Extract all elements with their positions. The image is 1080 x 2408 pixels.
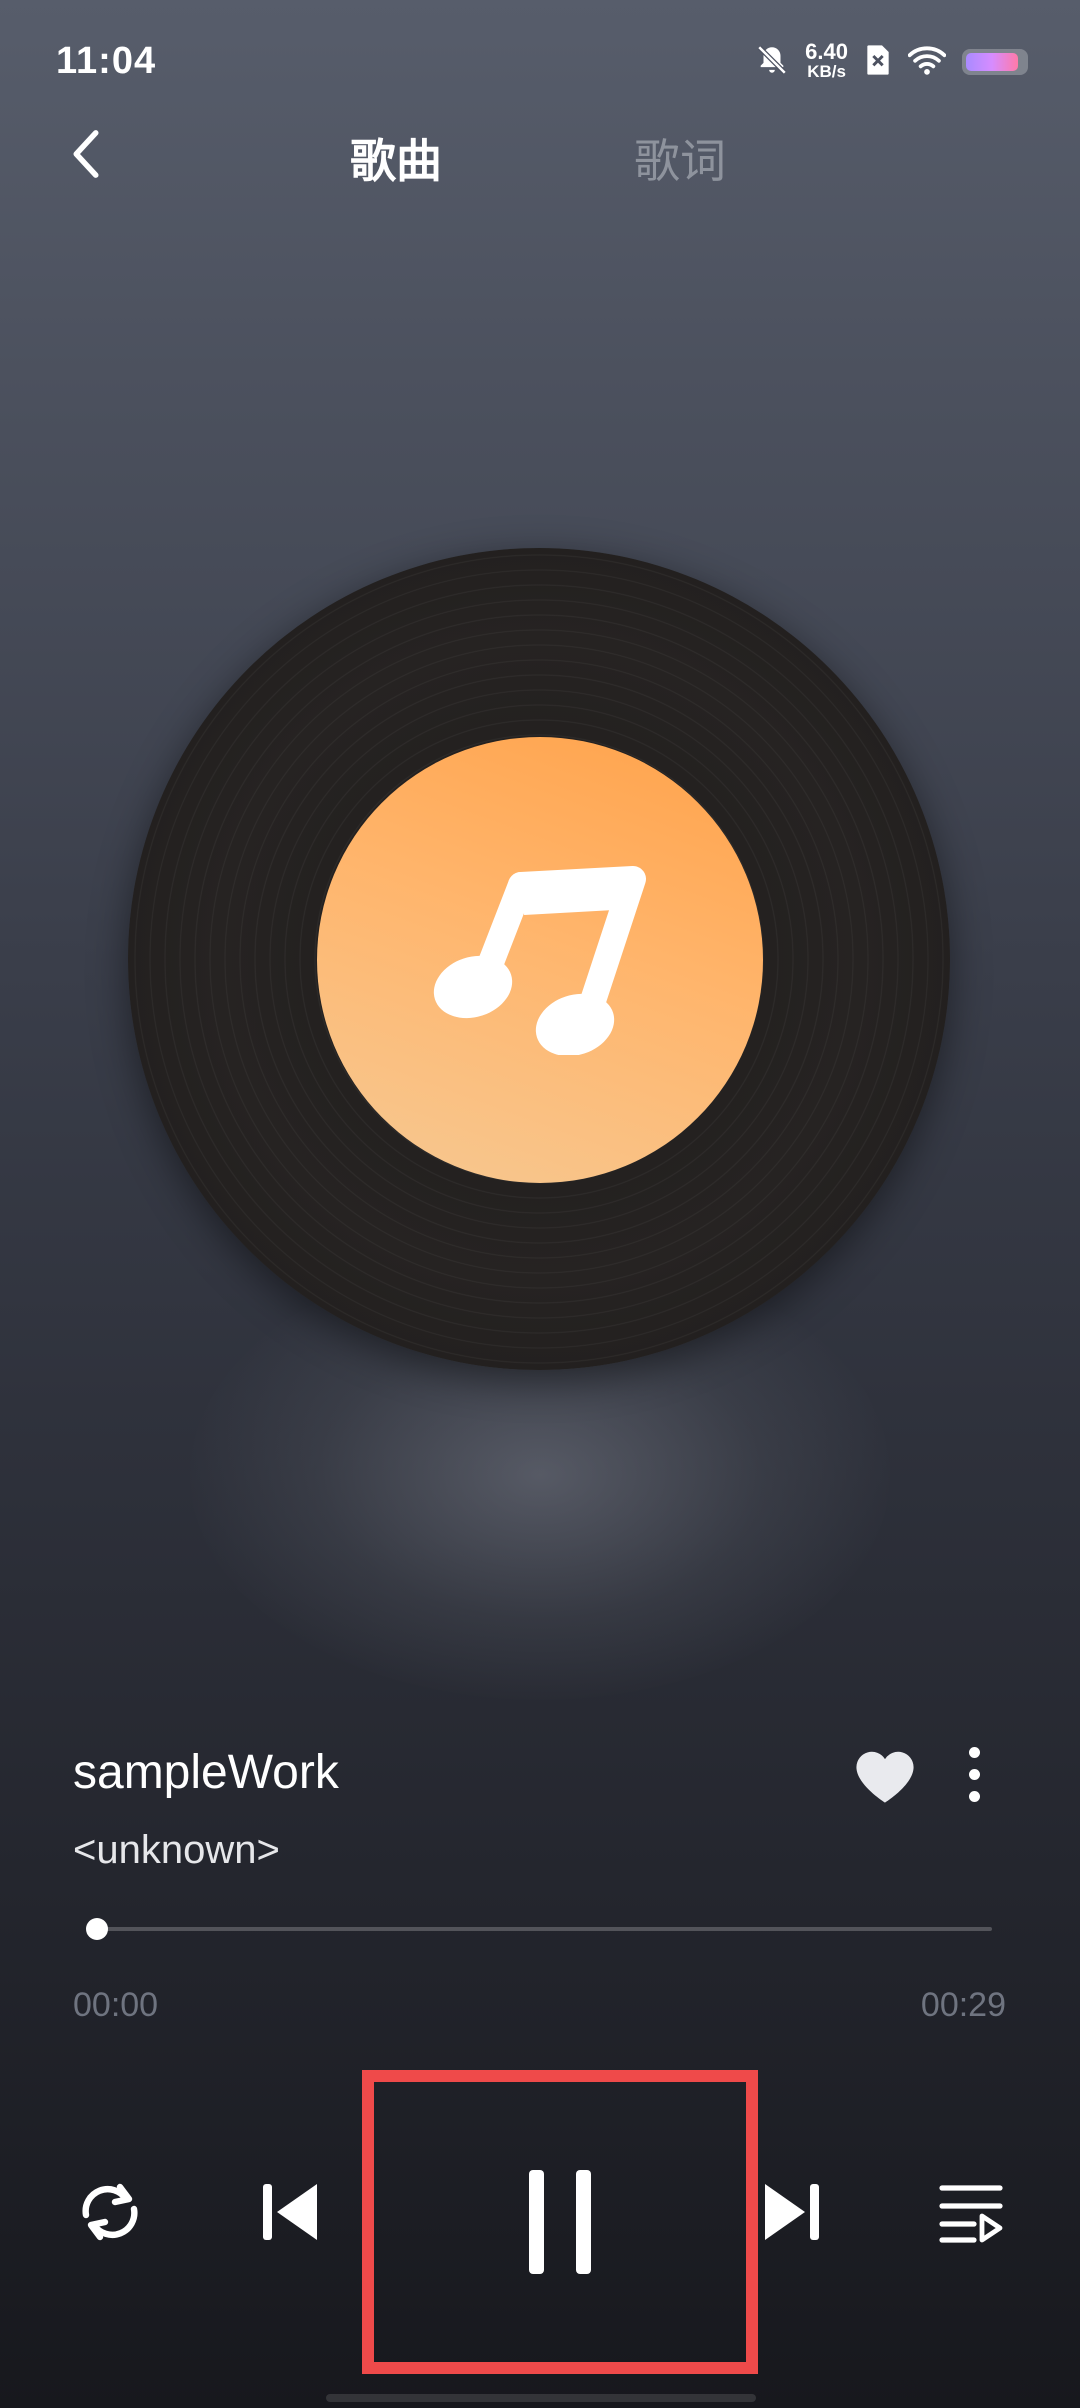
playlist-button[interactable] [930,2168,1012,2256]
tab-song[interactable]: 歌曲 [350,125,442,191]
more-dot [968,1790,980,1802]
back-button[interactable] [56,122,116,186]
repeat-icon [82,2183,138,2241]
track-title: sampleWork [73,1746,339,1799]
music-note-icon [433,866,646,1055]
more-dot [968,1768,980,1780]
heart-icon [856,1751,914,1803]
total-time: 00:29 [920,1986,1006,2024]
bell-off-icon [755,43,789,82]
favorite-button[interactable] [850,1744,920,1804]
home-indicator[interactable] [326,2394,756,2402]
wifi-icon [907,44,947,81]
skip-previous-icon [263,2184,317,2240]
album-art [317,737,763,1183]
current-time: 00:00 [73,1986,159,2024]
previous-button[interactable] [250,2168,330,2256]
more-options-button[interactable] [950,1738,998,1810]
status-time: 11:04 [56,40,157,82]
next-button[interactable] [752,2168,832,2256]
progress-thumb[interactable] [86,1918,109,1940]
network-speed-value: 6.40 [805,39,848,64]
sim-x-icon [864,44,892,81]
play-pause-button[interactable] [362,2070,758,2374]
progress-bar[interactable] [88,1927,992,1931]
pause-icon [529,2170,591,2274]
network-speed: 6.40 KB/s [805,39,848,82]
chevron-left-icon [73,130,99,178]
status-bar: 11:04 6.40 KB/s [0,0,1080,120]
track-artist: <unknown> [73,1828,280,1872]
skip-next-icon [765,2184,819,2240]
more-vertical-icon [968,1746,980,1758]
status-icons: 6.40 KB/s [755,40,1028,84]
battery-icon [962,49,1028,75]
playlist-icon [939,2185,1003,2243]
tab-lyrics[interactable]: 歌词 [634,125,726,191]
repeat-button[interactable] [66,2168,154,2256]
network-speed-unit: KB/s [807,62,846,81]
